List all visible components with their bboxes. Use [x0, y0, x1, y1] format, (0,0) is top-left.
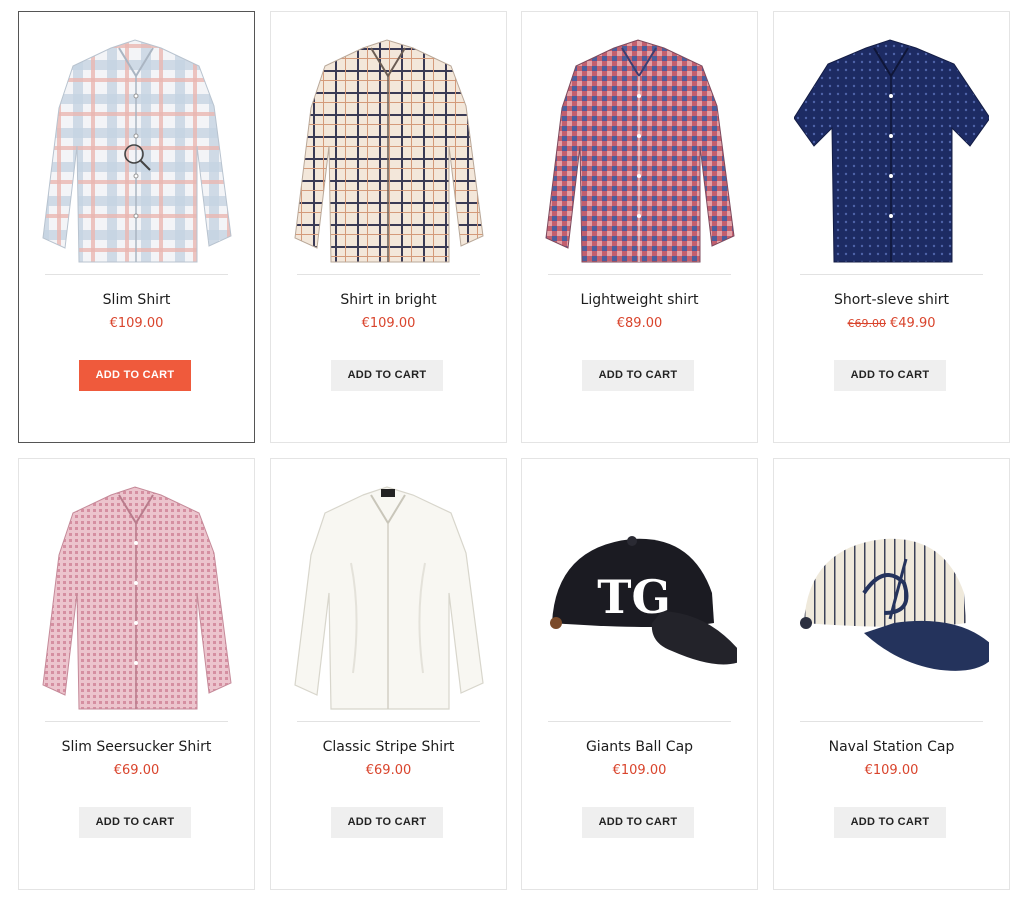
product-card[interactable]: Naval Station Cap €109.00 ADD TO CART	[773, 458, 1010, 890]
product-name[interactable]: Short-sleve shirt	[774, 292, 1009, 308]
product-name[interactable]: Slim Seersucker Shirt	[19, 739, 254, 755]
add-to-cart-button[interactable]: ADD TO CART	[79, 807, 191, 838]
add-to-cart-button[interactable]: ADD TO CART	[582, 807, 694, 838]
product-price: €69.00 €49.90	[774, 316, 1009, 331]
product-price-value: €109.00	[612, 763, 667, 778]
product-name[interactable]: Slim Shirt	[19, 292, 254, 308]
product-name[interactable]: Shirt in bright	[271, 292, 506, 308]
product-name[interactable]: Classic Stripe Shirt	[271, 739, 506, 755]
add-to-cart-button[interactable]: ADD TO CART	[79, 360, 191, 391]
add-to-cart-button[interactable]: ADD TO CART	[331, 807, 443, 838]
pinstripe-cap-icon[interactable]	[794, 473, 989, 719]
product-card[interactable]: TG Giants Ball Cap €109.00 ADD TO CART	[521, 458, 758, 890]
product-price: €109.00	[271, 316, 506, 331]
navy-shortsleeve-shirt-icon[interactable]	[794, 26, 989, 272]
product-price-value: €49.90	[890, 316, 936, 331]
add-to-cart-button[interactable]: ADD TO CART	[834, 360, 946, 391]
product-name[interactable]: Naval Station Cap	[774, 739, 1009, 755]
divider	[297, 721, 480, 722]
product-price: €109.00	[19, 316, 254, 331]
product-price-value: €109.00	[361, 316, 416, 331]
product-price-value: €109.00	[864, 763, 919, 778]
product-card[interactable]: Slim Seersucker Shirt €69.00 ADD TO CART	[18, 458, 255, 890]
product-price-value: €69.00	[365, 763, 412, 778]
product-card[interactable]: Classic Stripe Shirt €69.00 ADD TO CART	[270, 458, 507, 890]
product-price-value: €89.00	[616, 316, 663, 331]
divider	[45, 721, 228, 722]
add-to-cart-button[interactable]: ADD TO CART	[582, 360, 694, 391]
magnifier-icon[interactable]	[122, 142, 152, 172]
product-price: €109.00	[522, 763, 757, 778]
product-card[interactable]: Short-sleve shirt €69.00 €49.90 ADD TO CA…	[773, 11, 1010, 443]
product-name[interactable]: Lightweight shirt	[522, 292, 757, 308]
product-price: €109.00	[774, 763, 1009, 778]
black-cap-icon[interactable]: TG	[542, 473, 737, 719]
product-grid: Slim Shirt €109.00 ADD TO CART Shirt in …	[0, 0, 1024, 902]
divider	[548, 721, 731, 722]
product-card[interactable]: Shirt in bright €109.00 ADD TO CART	[270, 11, 507, 443]
product-price-value: €109.00	[109, 316, 164, 331]
product-price: €69.00	[19, 763, 254, 778]
product-name[interactable]: Giants Ball Cap	[522, 739, 757, 755]
product-old-price: €69.00	[847, 317, 887, 330]
white-shirt-icon[interactable]	[291, 473, 486, 719]
add-to-cart-button[interactable]: ADD TO CART	[331, 360, 443, 391]
divider	[297, 274, 480, 275]
divider	[800, 274, 983, 275]
divider	[548, 274, 731, 275]
product-card[interactable]: Lightweight shirt €89.00 ADD TO CART	[521, 11, 758, 443]
divider	[45, 274, 228, 275]
product-card[interactable]: Slim Shirt €109.00 ADD TO CART	[18, 11, 255, 443]
product-price: €89.00	[522, 316, 757, 331]
product-price: €69.00	[271, 763, 506, 778]
divider	[800, 721, 983, 722]
gingham-shirt-icon[interactable]	[542, 26, 737, 272]
add-to-cart-button[interactable]: ADD TO CART	[834, 807, 946, 838]
svg-text:TG: TG	[597, 570, 671, 624]
pink-shirt-icon[interactable]	[39, 473, 234, 719]
check-shirt-icon[interactable]	[291, 26, 486, 272]
product-price-value: €69.00	[113, 763, 160, 778]
